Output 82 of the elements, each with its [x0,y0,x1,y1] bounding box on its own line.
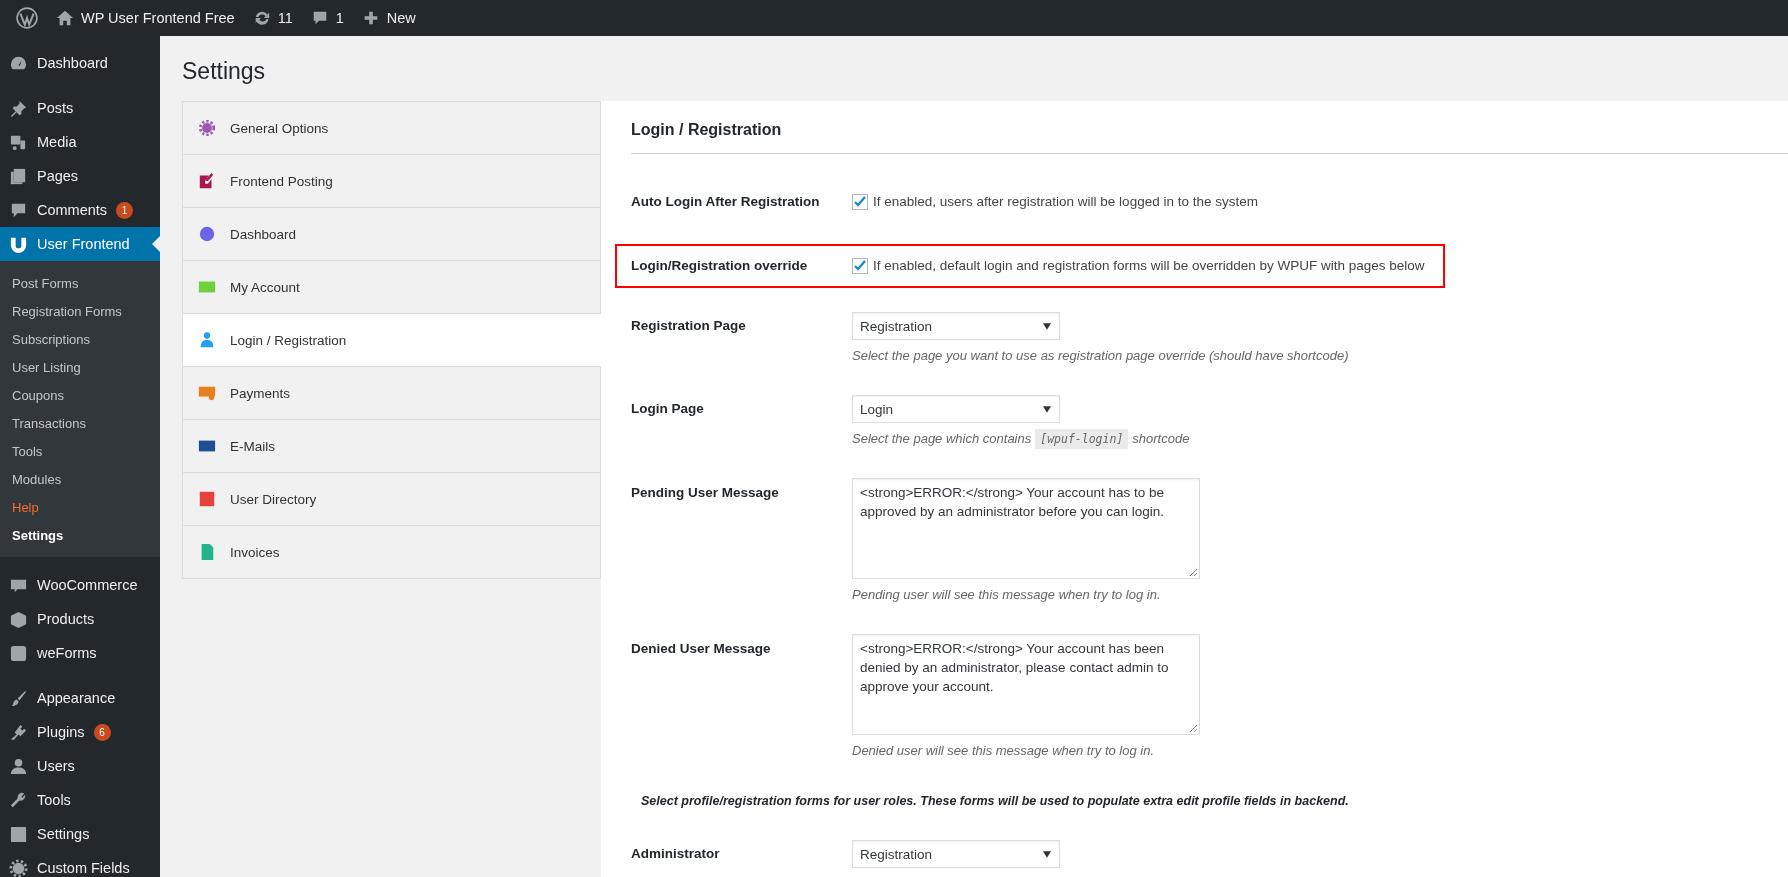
menu-item[interactable]: Posts [0,91,160,125]
plug-icon [9,722,28,742]
field-label: Administrator [631,845,721,863]
count-badge: 6 [93,723,111,741]
section-title: Login / Registration [631,101,1788,154]
field-label: Login/Registration override [631,257,809,275]
wordpress-logo-icon[interactable] [16,7,38,29]
pages-icon [9,166,28,186]
menu-item[interactable]: Plugins 6 [0,715,160,749]
payment-icon [198,384,216,402]
checkbox-label: If enabled, default login and registration forms will be overridden by WPUF with pages below [873,257,1425,275]
message-textarea[interactable]: <strong>ERROR:</strong> Your account has been denied by an administrator, please contact admin to approve your account. [852,634,1200,735]
settings-tab[interactable]: E-Mails [183,420,601,473]
submenu-item[interactable]: Registration Forms [0,297,160,325]
new-link[interactable]: New [386,10,416,26]
menu-item[interactable]: Pages [0,159,160,193]
submenu-item[interactable]: Post Forms [0,269,160,297]
pin-icon [9,98,28,118]
count-badge: 1 [116,201,134,219]
gear-icon [198,119,216,137]
submenu-item[interactable]: Coupons [0,381,160,409]
field-description: Denied user will see this message when try to log in. [852,742,1156,760]
menu-item[interactable]: Custom Fields [0,851,160,877]
menu-item[interactable]: Dashboard [0,46,160,80]
page-dropdown[interactable]: Registration [852,312,1060,340]
brush-icon [9,688,28,708]
page-dropdown[interactable]: Registration [852,840,1060,868]
submenu-item[interactable]: Tools [0,437,160,465]
section-note: Select profile/registration forms for user roles. These forms will be used to populate extra edit profile fields in backend. [640,793,1349,810]
menu-item[interactable]: Settings [0,817,160,851]
field-label: Denied User Message [631,640,772,658]
caret-icon [1043,850,1051,858]
menu-item[interactable]: Products [0,602,160,636]
menu-item[interactable]: weForms [0,636,160,670]
settings-tab[interactable]: My Account [183,261,601,314]
settings-tab[interactable]: User Directory [183,473,601,526]
resize-grip-icon[interactable] [1189,568,1197,576]
submenu-item[interactable]: Subscriptions [0,325,160,353]
submenu-item[interactable]: Modules [0,465,160,493]
menu-item[interactable]: Comments 1 [0,193,160,227]
field-description: Pending user will see this message when try to log in. [852,586,1162,604]
settings-tab[interactable]: Dashboard [183,208,601,261]
menu-item[interactable]: Appearance [0,681,160,715]
page-dropdown[interactable]: Login [852,395,1060,423]
settings-tab[interactable]: Login / Registration [183,314,601,367]
checkbox[interactable] [852,258,868,274]
menu-item[interactable]: Media [0,125,160,159]
field-label: Pending User Message [631,484,780,502]
home-icon[interactable] [56,9,74,27]
field-label: Login Page [631,400,705,418]
menu-item[interactable]: Tools [0,783,160,817]
user-icon [198,331,216,349]
box-icon [9,609,28,629]
checkbox[interactable] [852,194,868,210]
field-label: Registration Page [631,317,747,335]
menu-item[interactable]: Users [0,749,160,783]
wrench-icon [9,790,28,810]
submenu-item[interactable]: User Listing [0,353,160,381]
caret-icon [1043,405,1051,413]
edit-icon [198,172,216,190]
submenu-item[interactable]: Help [0,493,160,521]
menu-item[interactable]: User Frontend [0,227,160,261]
comments-count[interactable]: 1 [335,10,344,26]
submenu-item[interactable]: Transactions [0,409,160,437]
field-description: Select the page you want to use as registration page override (should have shortcode) [852,347,1349,365]
resize-grip-icon[interactable] [1189,724,1197,732]
settings-tab[interactable]: Payments [183,367,601,420]
menu-item[interactable]: WooCommerce [0,568,160,602]
page-title: Settings [182,57,267,86]
gear-icon [9,858,28,877]
submenu-item[interactable]: Settings [0,521,160,549]
settings-tab[interactable]: Frontend Posting [183,155,601,208]
settings-tab[interactable]: General Options [183,102,601,155]
site-name-link[interactable]: WP User Frontend Free [81,10,235,26]
updates-count[interactable]: 11 [277,10,293,26]
message-textarea[interactable]: <strong>ERROR:</strong> Your account has to be approved by an administrator before you can login. [852,478,1200,579]
checkbox-label: If enabled, users after registration will be logged in to the system [873,193,1258,211]
field-description: Select the page which contains [wpuf-login] shortcode [852,428,1190,450]
field-label: Auto Login After Registration [631,193,821,211]
user-icon [9,756,28,776]
settings-tab[interactable]: Invoices [183,526,601,579]
caret-icon [1043,322,1051,330]
